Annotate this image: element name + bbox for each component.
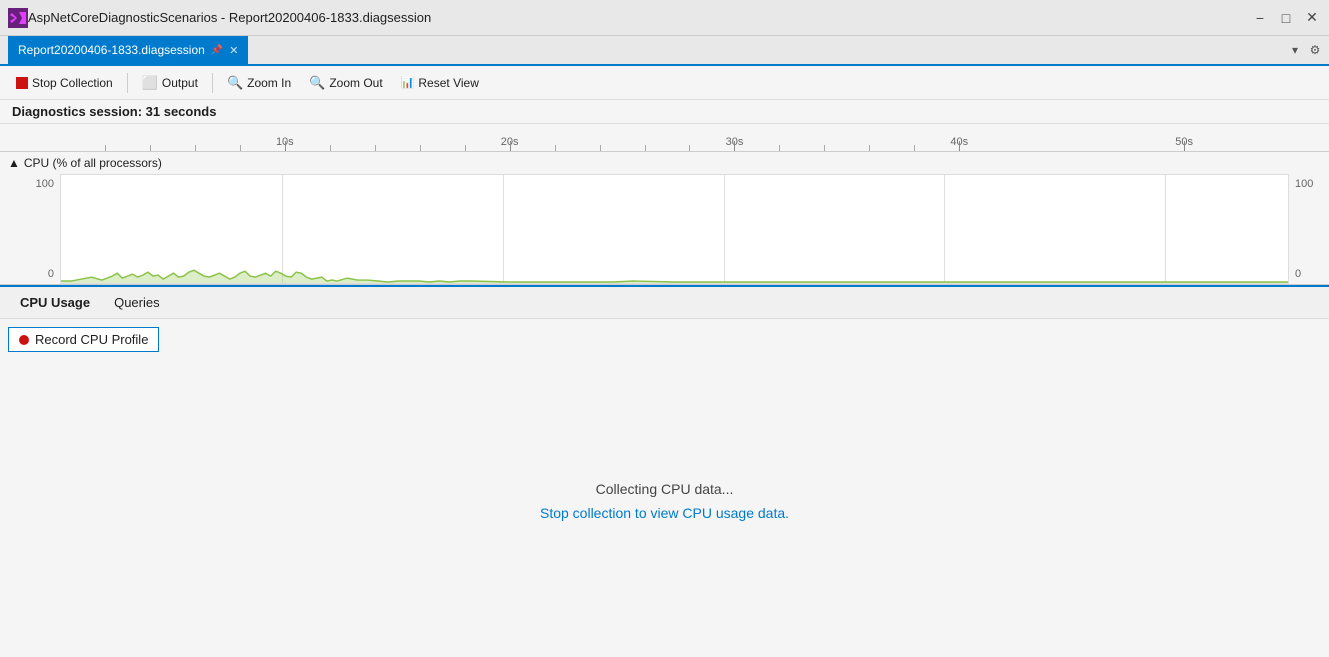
reset-view-button[interactable]: 📊 Reset View xyxy=(393,70,487,96)
tab-controls: ▾ ⚙ xyxy=(1285,36,1329,64)
vs-icon xyxy=(8,8,28,28)
session-status: Diagnostics session: 31 seconds xyxy=(12,104,216,119)
ruler-minor-tick xyxy=(150,145,151,151)
ruler-minor-tick xyxy=(869,145,870,151)
tab-settings-button[interactable]: ⚙ xyxy=(1305,40,1325,60)
ruler-minor-tick xyxy=(375,145,376,151)
zoom-out-icon: 🔍 xyxy=(309,75,325,91)
chart-title: CPU (% of all processors) xyxy=(24,156,162,170)
zoom-in-button[interactable]: 🔍 Zoom In xyxy=(219,70,299,96)
bottom-section: CPU Usage Queries Record CPU Profile Col… xyxy=(0,285,1329,657)
output-button[interactable]: ⬜ Output xyxy=(134,70,206,96)
ruler-minor-tick xyxy=(914,145,915,151)
zoom-out-button[interactable]: 🔍 Zoom Out xyxy=(301,70,391,96)
tab-close-icon[interactable]: ✕ xyxy=(229,44,238,57)
zoom-in-icon: 🔍 xyxy=(227,75,243,91)
record-cpu-profile-button[interactable]: Record CPU Profile xyxy=(8,327,159,352)
output-label: Output xyxy=(162,76,198,90)
ruler-minor-tick xyxy=(240,145,241,151)
ruler-minor-tick xyxy=(824,145,825,151)
toolbar: Stop Collection ⬜ Output 🔍 Zoom In 🔍 Zoo… xyxy=(0,66,1329,100)
ruler-track: 10s 20s 30s 40s 50s xyxy=(60,124,1309,151)
zoom-out-label: Zoom Out xyxy=(329,76,382,90)
ruler-minor-tick xyxy=(600,145,601,151)
stop-collection-label: Stop Collection xyxy=(32,76,113,90)
ruler-minor-tick xyxy=(779,145,780,151)
ruler-minor-tick xyxy=(689,145,690,151)
window-controls: − □ ✕ xyxy=(1251,9,1321,27)
content-area: Record CPU Profile Collecting CPU data..… xyxy=(0,319,1329,657)
output-icon: ⬜ xyxy=(142,75,158,91)
report-tab[interactable]: Report20200406-1833.diagsession 📌 ✕ xyxy=(8,36,248,64)
record-cpu-profile-label: Record CPU Profile xyxy=(35,332,148,347)
ruler-minor-tick xyxy=(645,145,646,151)
triangle-icon: ▲ xyxy=(8,156,20,170)
status-bar: Diagnostics session: 31 seconds xyxy=(0,100,1329,124)
reset-view-icon: 📊 xyxy=(401,76,415,89)
ruler-tick-50s xyxy=(1184,141,1185,151)
timeline-ruler: 10s 20s 30s 40s 50s xyxy=(0,124,1329,152)
collecting-text: Collecting CPU data... xyxy=(596,481,734,497)
ruler-ticks: 10s 20s 30s 40s 50s xyxy=(60,124,1309,151)
ruler-minor-tick xyxy=(420,145,421,151)
pin-icon[interactable]: 📌 xyxy=(211,45,223,56)
chart-title-row: ▲ CPU (% of all processors) xyxy=(0,152,1329,174)
y-max-left: 100 xyxy=(36,178,54,190)
close-button[interactable]: ✕ xyxy=(1303,9,1321,27)
chart-y-axis-left: 100 0 xyxy=(0,174,60,284)
chart-canvas[interactable] xyxy=(60,174,1289,284)
cpu-chart-svg xyxy=(61,175,1288,283)
ruler-minor-tick xyxy=(330,145,331,151)
ruler-minor-tick xyxy=(195,145,196,151)
stop-collection-link[interactable]: Stop collection to view CPU usage data. xyxy=(540,505,789,521)
tab-dropdown-button[interactable]: ▾ xyxy=(1285,40,1305,60)
tab-label: Report20200406-1833.diagsession xyxy=(18,43,205,57)
ruler-tick-40s xyxy=(959,141,960,151)
cpu-chart-section: ▲ CPU (% of all processors) 100 0 100 0 xyxy=(0,152,1329,285)
toolbar-separator-1 xyxy=(127,73,128,93)
zoom-in-label: Zoom In xyxy=(247,76,291,90)
ruler-minor-tick xyxy=(105,145,106,151)
ruler-tick-10s xyxy=(285,141,286,151)
center-message: Collecting CPU data... Stop collection t… xyxy=(8,352,1321,649)
stop-collection-button[interactable]: Stop Collection xyxy=(8,70,121,96)
y-min-right: 0 xyxy=(1295,268,1301,280)
tab-bar: Report20200406-1833.diagsession 📌 ✕ ▾ ⚙ xyxy=(0,36,1329,66)
maximize-button[interactable]: □ xyxy=(1277,9,1295,27)
y-max-right: 100 xyxy=(1295,178,1313,190)
tab-queries[interactable]: Queries xyxy=(102,291,172,314)
toolbar-separator-2 xyxy=(212,73,213,93)
chart-body: 100 0 100 0 xyxy=(0,174,1329,284)
stop-icon xyxy=(16,77,28,89)
minimize-button[interactable]: − xyxy=(1251,9,1269,27)
title-bar: AspNetCoreDiagnosticScenarios - Report20… xyxy=(0,0,1329,36)
tab-cpu-usage[interactable]: CPU Usage xyxy=(8,291,102,314)
ruler-tick-30s xyxy=(734,141,735,151)
bottom-tabs-row: CPU Usage Queries xyxy=(0,287,1329,319)
ruler-tick-20s xyxy=(510,141,511,151)
record-dot-icon xyxy=(19,335,29,345)
chart-y-axis-right: 100 0 xyxy=(1289,174,1329,284)
reset-view-label: Reset View xyxy=(418,76,478,90)
ruler-minor-tick xyxy=(555,145,556,151)
app-title: AspNetCoreDiagnosticScenarios - Report20… xyxy=(28,10,1251,25)
ruler-minor-tick xyxy=(465,145,466,151)
y-min-left: 0 xyxy=(48,268,54,280)
